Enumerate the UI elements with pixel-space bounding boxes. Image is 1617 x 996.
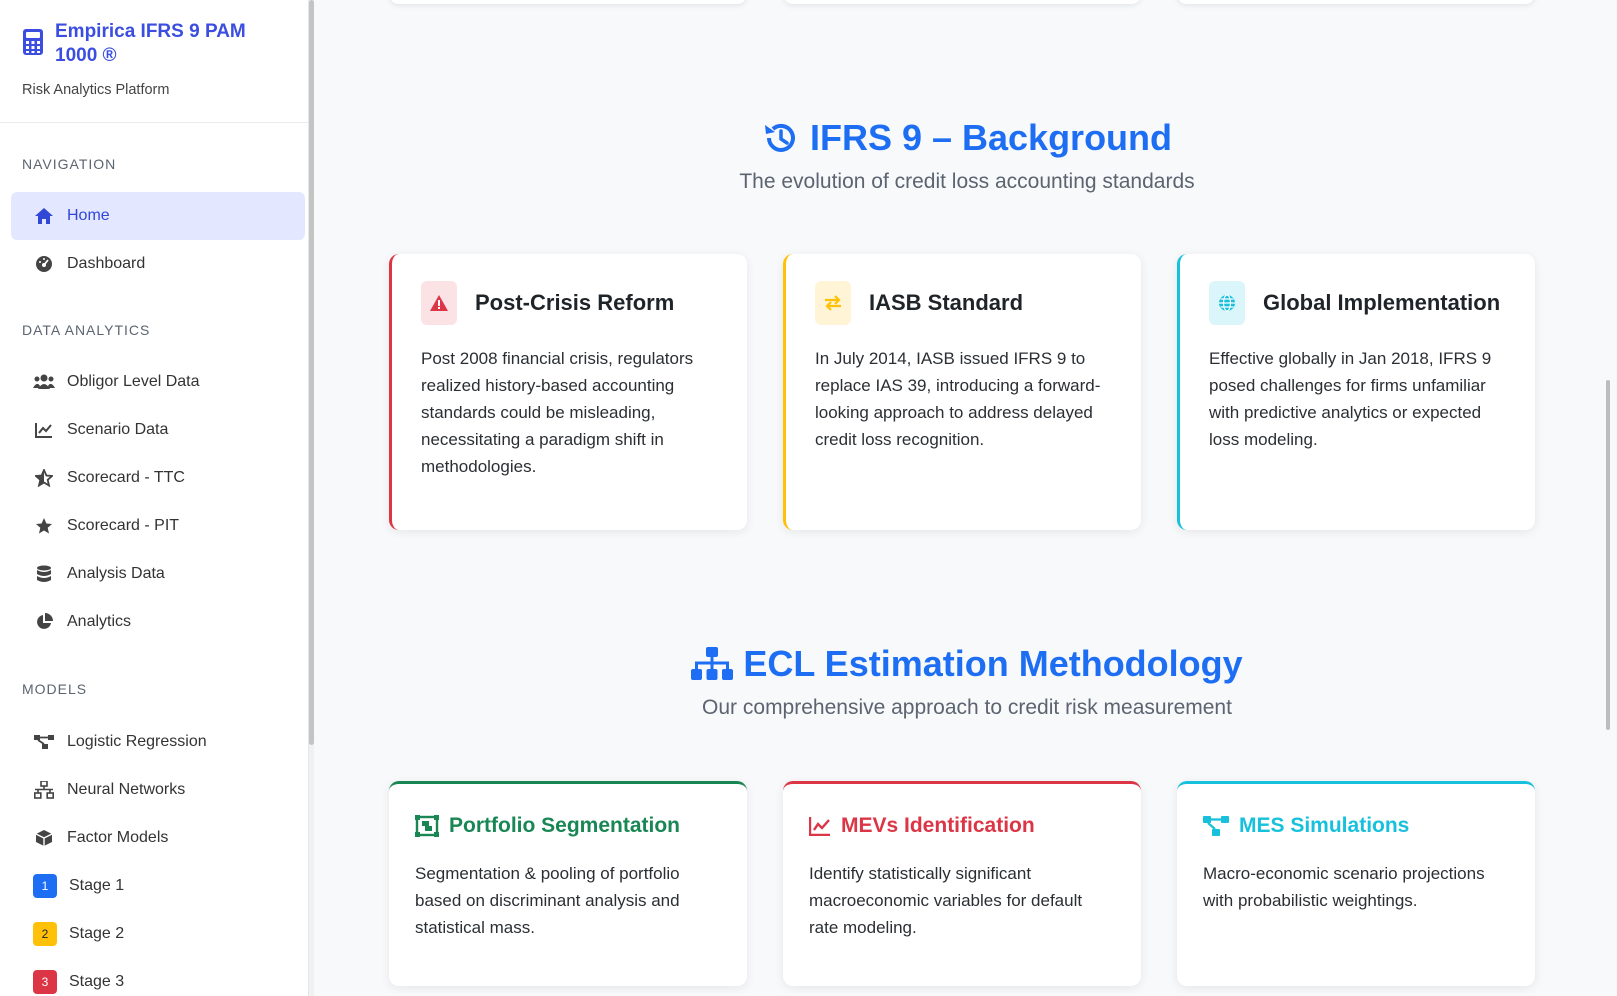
warning-icon [421, 281, 457, 325]
card-mes-simulations: MES Simulations Macro-economic scenario … [1177, 781, 1535, 986]
sidebar-item-label: Scorecard - PIT [67, 517, 180, 534]
diagram-project-icon [1203, 816, 1229, 836]
object-group-icon [415, 815, 439, 837]
sidebar-item-label: Analysis Data [67, 565, 165, 582]
sidebar-item-home[interactable]: Home [11, 192, 305, 240]
previous-card [389, 0, 747, 4]
users-icon [33, 372, 55, 392]
sidebar-item-label: Dashboard [67, 255, 146, 272]
sidebar-item-factor[interactable]: Factor Models [11, 814, 305, 862]
star-half-icon [33, 468, 55, 488]
sidebar-item-scorecard-ttc[interactable]: Scorecard - TTC [11, 454, 305, 502]
sidebar-item-neural[interactable]: Neural Networks [11, 766, 305, 814]
sidebar-item-label: Logistic Regression [67, 733, 207, 750]
sidebar-item-analysis[interactable]: Analysis Data [11, 550, 305, 598]
sidebar-item-stage-3[interactable]: 3 Stage 3 [11, 958, 305, 996]
methodology-subtitle: Our comprehensive approach to credit ris… [702, 696, 1232, 719]
card-text: Macro-economic scenario projections with… [1203, 864, 1485, 910]
section-models: MODELS [22, 681, 88, 697]
card-text: Segmentation & pooling of portfolio base… [415, 864, 680, 937]
sidebar-item-analytics[interactable]: Analytics [11, 598, 305, 646]
card-title: Portfolio Segmentation [449, 814, 680, 837]
background-subtitle: The evolution of credit loss accounting … [739, 170, 1195, 193]
sidebar-item-label: Stage 2 [69, 925, 125, 942]
sidebar-item-label: Stage 1 [69, 877, 125, 894]
previous-card [783, 0, 1141, 4]
sidebar-item-label: Factor Models [67, 829, 169, 846]
background-section-title: IFRS 9 – Background [317, 114, 1617, 162]
sidebar-scrollbar-thumb[interactable] [309, 0, 314, 745]
pie-chart-icon [33, 612, 55, 632]
page-scrollbar-thumb[interactable] [1606, 380, 1610, 730]
card-text: Post 2008 financial crisis, regulators r… [421, 349, 694, 476]
card-title: Global Implementation [1263, 290, 1501, 315]
sitemap-icon [691, 647, 743, 681]
card-mevs-identification: MEVs Identification Identify statistical… [783, 781, 1141, 986]
sidebar-item-label: Scenario Data [67, 421, 169, 438]
card-title: MEVs Identification [841, 814, 1035, 837]
history-icon [762, 119, 810, 157]
stage-2-badge: 2 [33, 922, 57, 946]
home-icon [33, 206, 55, 226]
sidebar-item-scenario[interactable]: Scenario Data [11, 406, 305, 454]
card-title: Post-Crisis Reform [475, 290, 675, 315]
section-data-analytics: DATA ANALYTICS [22, 322, 151, 338]
card-post-crisis-reform: Post-Crisis Reform Post 2008 financial c… [389, 254, 747, 530]
brand-title[interactable]: Empirica IFRS 9 PAM 1000 ® [55, 20, 265, 68]
stage-1-badge: 1 [33, 874, 57, 898]
sidebar-item-dashboard[interactable]: Dashboard [11, 240, 305, 288]
card-text: Identify statistically significant macro… [809, 864, 1083, 937]
line-chart-icon [33, 420, 55, 440]
stage-3-badge: 3 [33, 970, 57, 994]
sidebar: Empirica IFRS 9 PAM 1000 ® Risk Analytic… [0, 0, 309, 996]
chart-line-icon [809, 816, 831, 836]
methodology-title-text: ECL Estimation Methodology [743, 643, 1243, 684]
sidebar-item-label: Scorecard - TTC [67, 469, 185, 486]
background-title-text: IFRS 9 – Background [809, 117, 1173, 158]
star-icon [33, 516, 55, 536]
card-title: IASB Standard [869, 290, 1024, 315]
sidebar-item-obligor[interactable]: Obligor Level Data [11, 358, 305, 406]
card-iasb-standard: IASB Standard In July 2014, IASB issued … [783, 254, 1141, 530]
card-portfolio-segmentation: Portfolio Segmentation Segmentation & po… [389, 781, 747, 986]
network-icon [33, 780, 55, 800]
sidebar-item-label: Home [67, 207, 110, 224]
diagram-project-icon [33, 732, 55, 752]
brand: Empirica IFRS 9 PAM 1000 ® Risk Analytic… [0, 0, 308, 123]
sidebar-item-stage-1[interactable]: 1 Stage 1 [11, 862, 305, 910]
sidebar-item-stage-2[interactable]: 2 Stage 2 [11, 910, 305, 958]
database-icon [33, 564, 55, 584]
methodology-section-title: ECL Estimation Methodology [317, 640, 1617, 688]
card-global-implementation: Global Implementation Effective globally… [1177, 254, 1535, 530]
sidebar-item-scorecard-pit[interactable]: Scorecard - PIT [11, 502, 305, 550]
calculator-icon [22, 28, 44, 56]
cube-icon [33, 828, 55, 848]
previous-card [1177, 0, 1535, 4]
globe-icon [1209, 281, 1245, 325]
gauge-icon [33, 254, 55, 274]
sidebar-item-label: Obligor Level Data [67, 373, 200, 390]
sidebar-item-label: Neural Networks [67, 781, 186, 798]
sidebar-item-logistic[interactable]: Logistic Regression [11, 718, 305, 766]
section-navigation: NAVIGATION [22, 156, 117, 172]
card-title: MES Simulations [1239, 814, 1410, 837]
card-text: Effective globally in Jan 2018, IFRS 9 p… [1209, 349, 1492, 449]
exchange-icon [815, 281, 851, 325]
brand-subtitle: Risk Analytics Platform [22, 82, 170, 98]
sidebar-item-label: Analytics [67, 613, 132, 630]
sidebar-item-label: Stage 3 [69, 973, 125, 990]
main-content: IFRS 9 – Background The evolution of cre… [317, 0, 1617, 996]
card-text: In July 2014, IASB issued IFRS 9 to repl… [815, 349, 1101, 449]
